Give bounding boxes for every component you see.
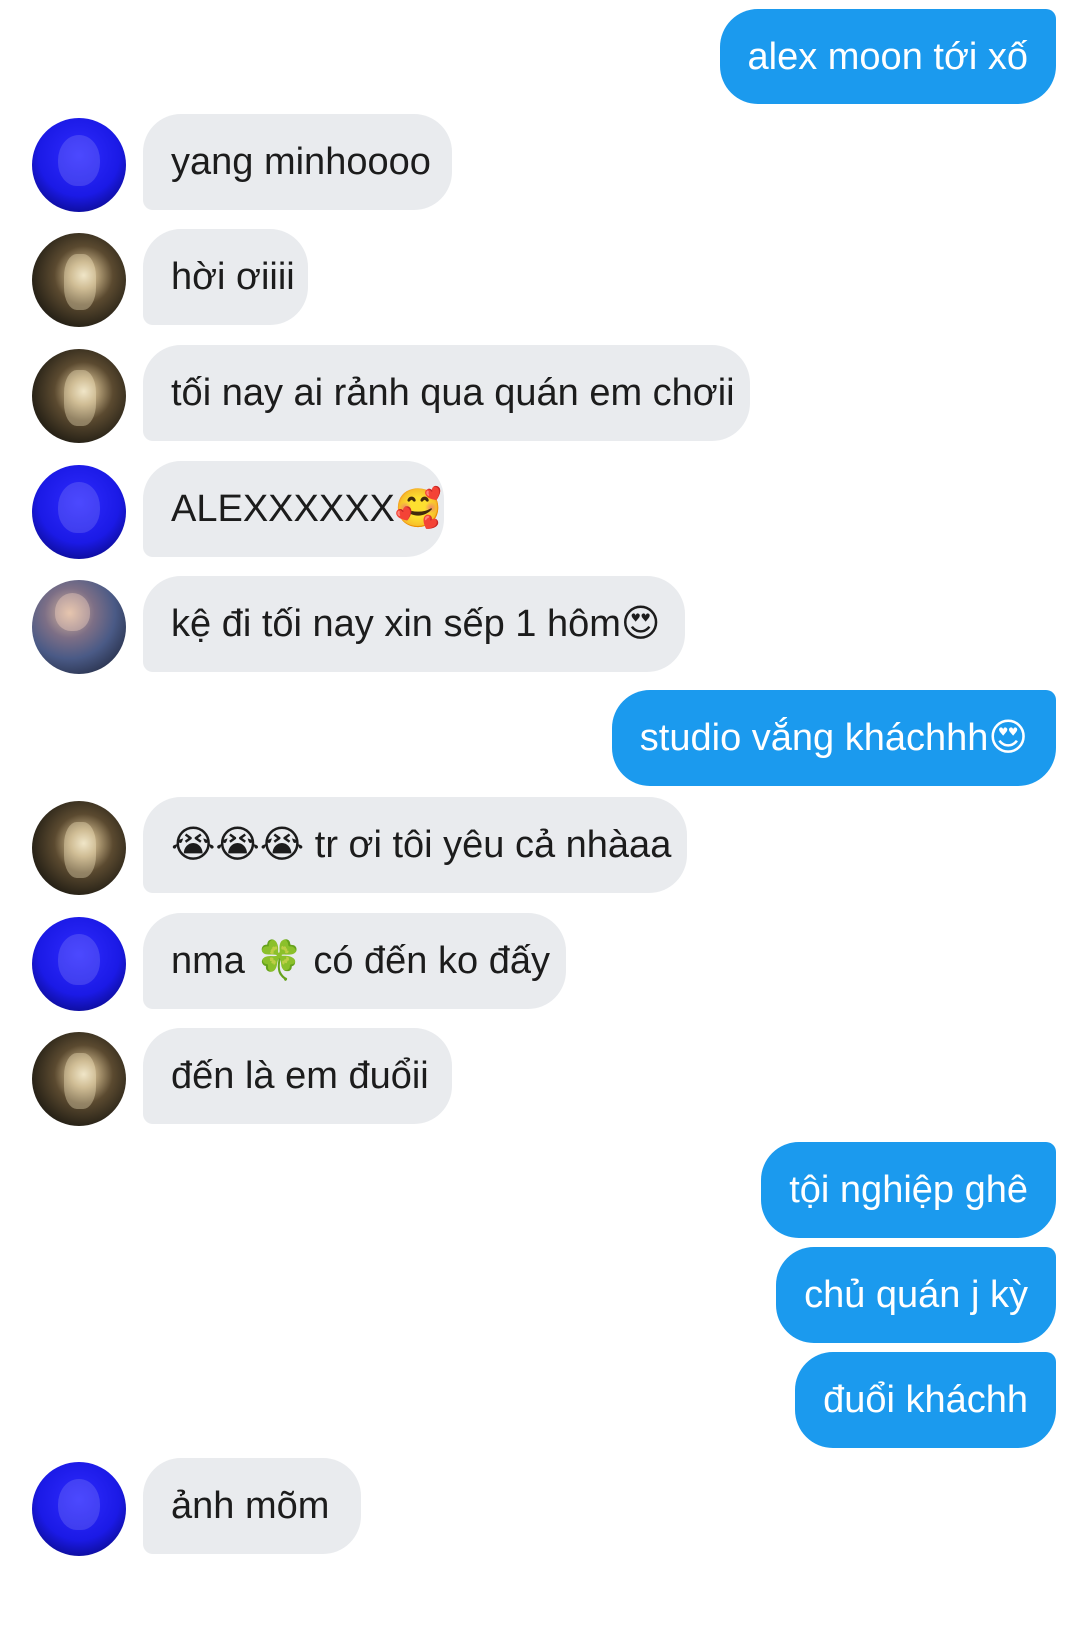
blue-portrait-avatar[interactable] bbox=[32, 917, 126, 1011]
street-photo-avatar[interactable] bbox=[32, 349, 126, 443]
guitar-player-avatar[interactable] bbox=[32, 580, 126, 674]
street-photo-avatar[interactable] bbox=[32, 233, 126, 327]
message-bubble[interactable]: hời ơiiii bbox=[143, 229, 308, 325]
street-photo-avatar[interactable] bbox=[32, 1032, 126, 1126]
message-bubble[interactable]: đuổi kháchh bbox=[795, 1352, 1056, 1448]
message-text: ảnh mõm bbox=[171, 1485, 330, 1527]
message-text: tội nghiệp ghê bbox=[789, 1169, 1028, 1211]
message-bubble[interactable]: studio vắng kháchhh😍 bbox=[611, 690, 1056, 786]
message-bubble[interactable]: đến là em đuổii bbox=[143, 1028, 452, 1124]
message-text: studio vắng kháchhh😍 bbox=[639, 717, 1028, 759]
message-text: hời ơiiii bbox=[171, 256, 295, 298]
message-text: nma 🍀 có đến ko đấy bbox=[171, 940, 550, 982]
message-bubble[interactable]: nma 🍀 có đến ko đấy bbox=[143, 913, 566, 1009]
message-bubble[interactable]: yang minhoooo bbox=[143, 114, 452, 210]
message-bubble[interactable]: alex moon tới xố bbox=[719, 9, 1056, 104]
message-text: kệ đi tối nay xin sếp 1 hôm😍 bbox=[171, 603, 661, 645]
message-bubble[interactable]: chủ quán j kỳ bbox=[776, 1247, 1056, 1343]
message-text: alex moon tới xố bbox=[747, 35, 1029, 78]
blue-portrait-avatar[interactable] bbox=[32, 1462, 126, 1556]
message-text: tối nay ai rảnh qua quán em chơii bbox=[171, 372, 735, 414]
message-bubble[interactable]: 😭😭😭 tr ơi tôi yêu cả nhàaa bbox=[143, 797, 687, 893]
street-photo-avatar[interactable] bbox=[32, 801, 126, 895]
message-bubble[interactable]: ALEXXXXXX🥰 bbox=[143, 461, 444, 557]
message-text: yang minhoooo bbox=[171, 141, 431, 183]
message-text: ALEXXXXXX🥰 bbox=[171, 488, 443, 530]
message-bubble[interactable]: tối nay ai rảnh qua quán em chơii bbox=[143, 345, 750, 441]
message-text: chủ quán j kỳ bbox=[804, 1274, 1028, 1316]
message-text: đến là em đuổii bbox=[171, 1055, 429, 1097]
message-bubble[interactable]: kệ đi tối nay xin sếp 1 hôm😍 bbox=[143, 576, 685, 672]
message-bubble[interactable]: tội nghiệp ghê bbox=[761, 1142, 1056, 1238]
message-bubble[interactable]: ảnh mõm bbox=[143, 1458, 361, 1554]
message-text: đuổi kháchh bbox=[823, 1379, 1028, 1421]
blue-portrait-avatar[interactable] bbox=[32, 118, 126, 212]
blue-portrait-avatar[interactable] bbox=[32, 465, 126, 559]
message-text: 😭😭😭 tr ơi tôi yêu cả nhàaa bbox=[171, 824, 672, 866]
